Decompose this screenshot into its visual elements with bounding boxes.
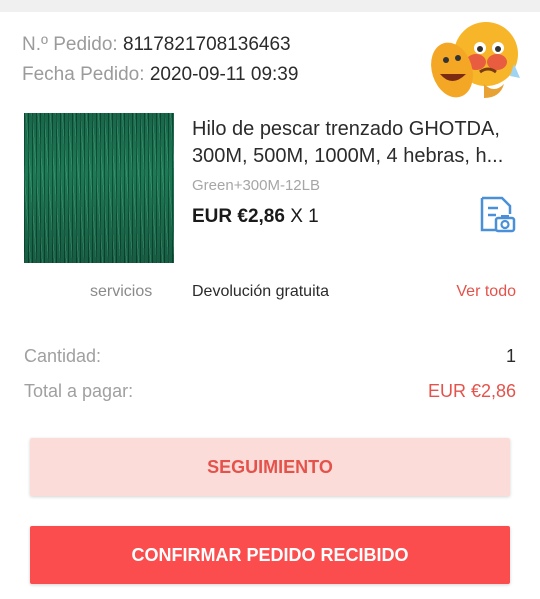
quantity-value: 1 (505, 346, 516, 366)
order-number-value: 8117821708136463 (122, 34, 291, 55)
photo-review-icon[interactable] (478, 194, 516, 234)
product-price-line: EUR €2,86 X 1 (192, 206, 319, 228)
services-value: Devolución gratuita (192, 283, 329, 300)
emoji-sticker-icon (431, 22, 520, 98)
quantity-label: Cantidad: (24, 346, 102, 366)
product-quantity: X 1 (290, 206, 319, 227)
total-value: EUR €2,86 (427, 381, 516, 401)
tracking-button[interactable]: SEGUIMIENTO (30, 438, 510, 496)
top-bar (0, 0, 540, 12)
see-all-link[interactable]: Ver todo (456, 283, 516, 301)
product-title[interactable]: Hilo de pescar trenzado GHOTDA, 300M, 50… (192, 116, 517, 170)
product-title-line-1: Hilo de pescar trenzado GHOTDA, (192, 118, 500, 140)
total-label: Total a pagar: (24, 381, 134, 401)
product-variant: Green+300M-12LB (192, 177, 320, 194)
order-date-label: Fecha Pedido: (22, 64, 145, 85)
order-date: Fecha Pedido: 2020-09-11 09:39 (22, 64, 298, 86)
order-number-label: N.º Pedido: (22, 34, 118, 55)
confirm-received-button[interactable]: CONFIRMAR PEDIDO RECIBIDO (30, 526, 510, 584)
product-thumbnail[interactable] (24, 113, 174, 263)
product-price: EUR €2,86 (192, 206, 285, 227)
services-label: servicios (90, 283, 153, 300)
product-title-line-2: 300M, 500M, 1000M, 4 hebras, h... (192, 145, 504, 167)
order-number: N.º Pedido: 8117821708136463 (22, 34, 291, 56)
order-date-value: 2020-09-11 09:39 (149, 64, 299, 85)
